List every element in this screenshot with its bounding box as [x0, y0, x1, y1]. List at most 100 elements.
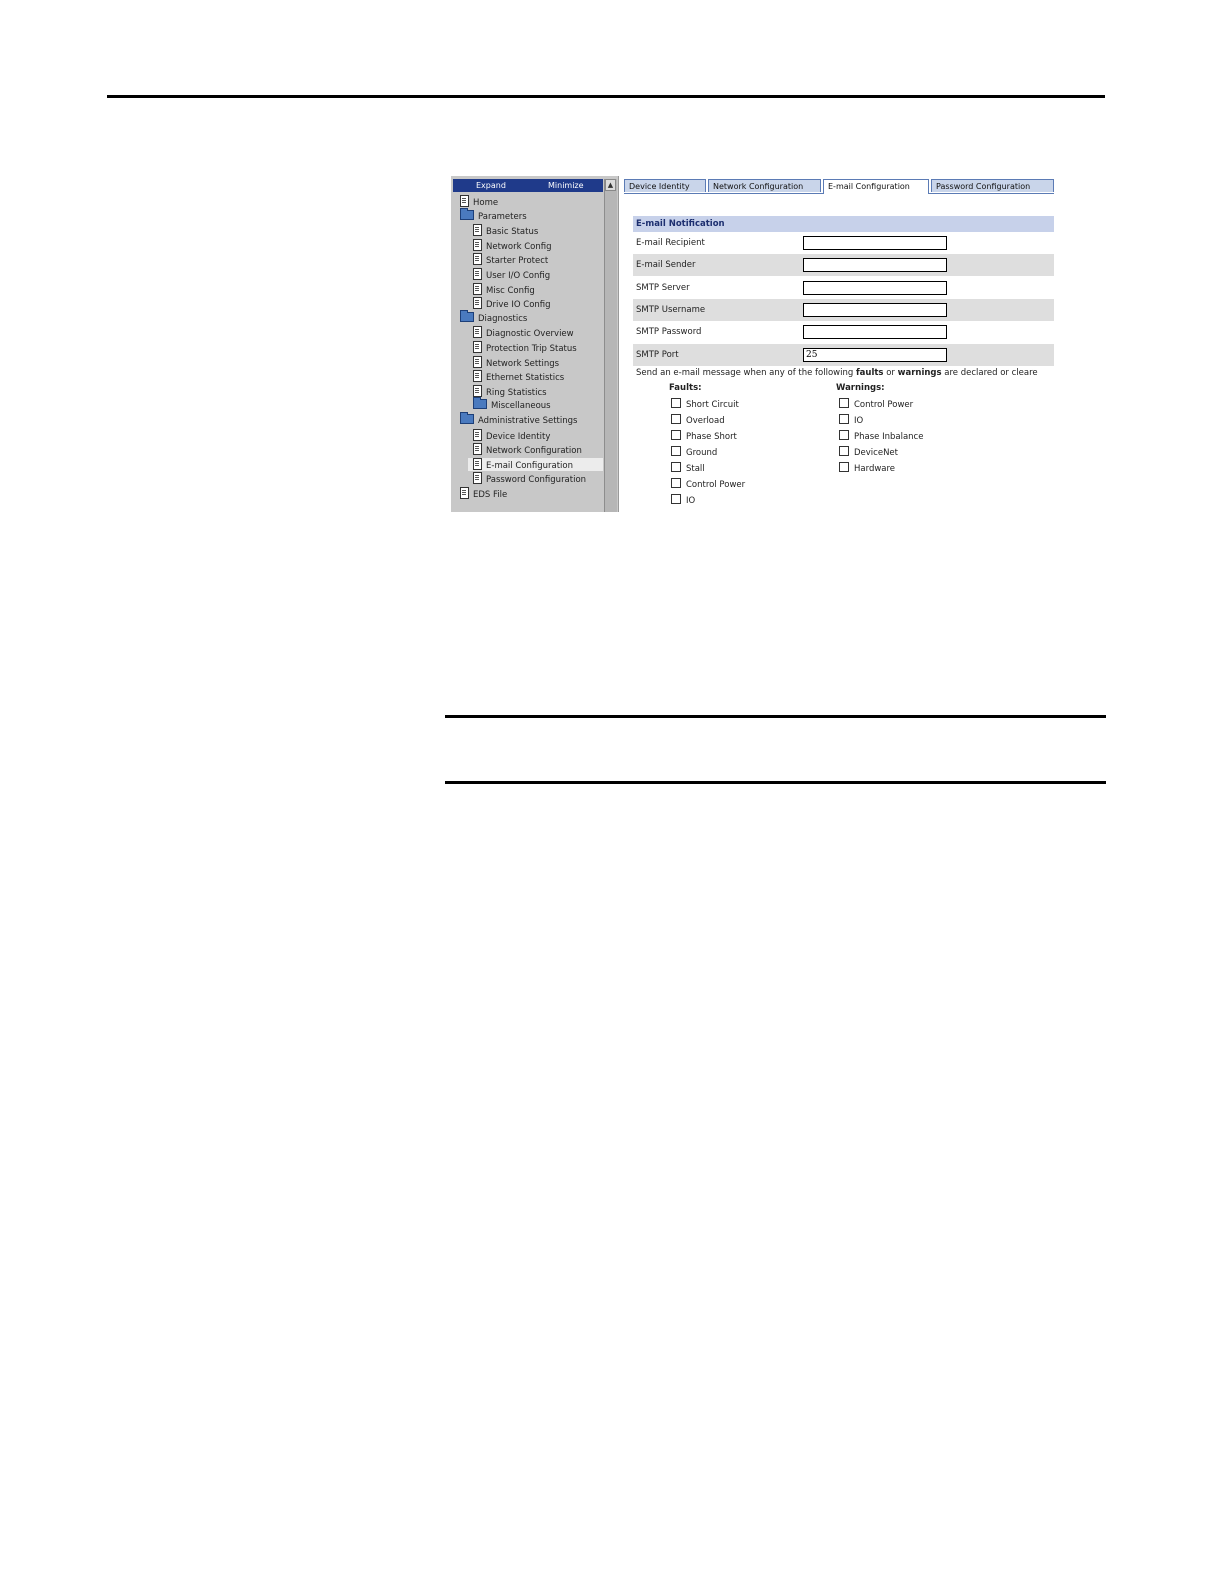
nav-item-parameters[interactable]: Parameters	[460, 207, 527, 223]
smtp-port-input[interactable]: 25	[803, 347, 947, 362]
nav-item-password-configuration[interactable]: Password Configuration	[473, 472, 586, 485]
minimize-button[interactable]: Minimize	[548, 179, 584, 192]
nav-item-network-settings[interactable]: Network Settings	[473, 355, 560, 369]
checkbox-icon[interactable]	[839, 462, 849, 472]
warning-checkbox-io[interactable]: IO	[839, 414, 863, 426]
nav-item-drive-io-config[interactable]: Drive IO Config	[473, 297, 551, 310]
document-icon	[473, 268, 482, 280]
tab-device-identity[interactable]: Device Identity	[624, 179, 706, 192]
checkbox-label: Phase Inbalance	[854, 432, 924, 442]
nav-item-label: Device Identity	[486, 431, 551, 442]
tab-e-mail-configuration[interactable]: E-mail Configuration	[823, 179, 929, 194]
document-icon	[473, 472, 482, 485]
checkbox-label: Short Circuit	[686, 400, 739, 410]
document-icon	[473, 341, 482, 353]
nav-item-e-mail-configuration[interactable]: E-mail Configuration	[468, 457, 603, 471]
checkbox-label: Phase Short	[686, 432, 737, 442]
nav-item-miscellaneous[interactable]: Miscellaneous	[473, 397, 551, 412]
nav-item-label: Drive IO Config	[486, 300, 551, 311]
warning-checkbox-phase-inbalance[interactable]: Phase Inbalance	[839, 430, 923, 442]
faults-heading: Faults:	[669, 383, 702, 393]
nav-item-label: Starter Protect	[486, 256, 549, 267]
instruction-text-end: are declared or cleare	[941, 368, 1038, 378]
nav-item-device-identity[interactable]: Device Identity	[473, 428, 551, 442]
document-icon	[473, 224, 482, 237]
nav-item-network-config[interactable]: Network Config	[473, 238, 552, 252]
checkbox-icon[interactable]	[671, 414, 681, 424]
fault-checkbox-control-power[interactable]: Control Power	[671, 478, 745, 490]
checkbox-icon[interactable]	[839, 398, 849, 408]
fault-checkbox-short-circuit[interactable]: Short Circuit	[671, 398, 739, 410]
nav-item-label: Diagnostic Overview	[486, 329, 574, 340]
tab-bar: Device Identity Network Configuration E-ma…	[624, 179, 1054, 194]
nav-item-home[interactable]: Home	[460, 195, 498, 208]
e-mail-recipient-input[interactable]	[803, 236, 947, 250]
smtp-server-input[interactable]	[803, 280, 947, 295]
nav-item-label: Network Configuration	[486, 446, 582, 457]
tab-password-configuration[interactable]: Password Configuration	[931, 179, 1054, 192]
nav-item-protection-trip-status[interactable]: Protection Trip Status	[473, 341, 577, 354]
checkbox-icon[interactable]	[671, 494, 681, 504]
document-icon	[473, 384, 482, 397]
checkbox-label: DeviceNet	[854, 448, 898, 458]
warning-checkbox-devicenet[interactable]: DeviceNet	[839, 446, 898, 458]
field-label: SMTP Port	[636, 349, 679, 360]
document-icon	[473, 326, 482, 339]
nav-item-administrative-settings[interactable]: Administrative Settings	[460, 412, 577, 427]
document-icon	[473, 253, 482, 266]
warning-checkbox-hardware[interactable]: Hardware	[839, 462, 895, 474]
tab-network-configuration[interactable]: Network Configuration	[708, 179, 821, 192]
smtp-username-input[interactable]	[803, 302, 947, 317]
form-row-smtp-port: SMTP Port 25	[633, 343, 1054, 366]
field-label: E-mail Recipient	[636, 238, 705, 248]
checkbox-icon[interactable]	[839, 414, 849, 424]
nav-item-label: Home	[473, 198, 499, 208]
notification-instructions: Send an e-mail message when any of the f…	[636, 368, 1038, 378]
document-icon	[473, 282, 482, 295]
field-label: E-mail Sender	[636, 260, 696, 271]
form-row-smtp-password: SMTP Password	[633, 321, 1054, 343]
nav-item-eds-file[interactable]: EDS File	[460, 487, 507, 500]
nav-item-network-configuration[interactable]: Network Configuration	[473, 443, 582, 456]
nav-item-label: Network Settings	[486, 358, 560, 369]
e-mail-sender-input[interactable]	[803, 258, 947, 273]
nav-item-diagnostics[interactable]: Diagnostics	[460, 309, 528, 325]
nav-item-label: Network Config	[486, 241, 552, 252]
smtp-password-input[interactable]	[803, 325, 947, 340]
checkbox-icon[interactable]	[671, 398, 681, 408]
fault-checkbox-stall[interactable]: Stall	[671, 462, 705, 474]
fault-checkbox-phase-short[interactable]: Phase Short	[671, 430, 737, 442]
nav-item-basic-status[interactable]: Basic Status	[473, 224, 538, 237]
nav-item-label: Parameters	[478, 211, 527, 222]
nav-item-diagnostic-overview[interactable]: Diagnostic Overview	[473, 326, 574, 339]
checkbox-icon[interactable]	[671, 478, 681, 488]
checkbox-label: Ground	[686, 448, 718, 458]
nav-item-starter-protect[interactable]: Starter Protect	[473, 253, 548, 266]
nav-scrollbar[interactable]: ▲	[604, 179, 617, 512]
checkbox-icon[interactable]	[671, 430, 681, 440]
expand-button[interactable]: Expand	[476, 179, 506, 192]
nav-item-user-i-o-config[interactable]: User I/O Config	[473, 268, 550, 281]
nav-item-label: Ethernet Statistics	[486, 373, 565, 384]
nav-item-label: Diagnostics	[478, 313, 528, 324]
nav-item-misc-config[interactable]: Misc Config	[473, 282, 535, 296]
field-label: SMTP Server	[636, 282, 690, 293]
document-icon	[460, 195, 469, 207]
nav-item-ethernet-statistics[interactable]: Ethernet Statistics	[473, 370, 564, 383]
document-icon	[473, 457, 482, 470]
checkbox-icon[interactable]	[671, 462, 681, 472]
scroll-up-arrow-icon[interactable]: ▲	[605, 179, 616, 191]
nav-item-ring-statistics[interactable]: Ring Statistics	[473, 384, 547, 398]
checkbox-label: IO	[854, 416, 864, 426]
checkbox-label: Hardware	[854, 464, 896, 474]
document-icon	[473, 297, 482, 310]
fault-checkbox-overload[interactable]: Overload	[671, 414, 725, 426]
fault-checkbox-ground[interactable]: Ground	[671, 446, 717, 458]
field-label: SMTP Password	[636, 327, 702, 338]
checkbox-icon[interactable]	[671, 446, 681, 456]
warning-checkbox-control-power[interactable]: Control Power	[839, 398, 913, 410]
checkbox-icon[interactable]	[839, 446, 849, 456]
field-label: SMTP Username	[636, 304, 706, 315]
fault-checkbox-io[interactable]: IO	[671, 494, 695, 506]
checkbox-icon[interactable]	[839, 430, 849, 440]
